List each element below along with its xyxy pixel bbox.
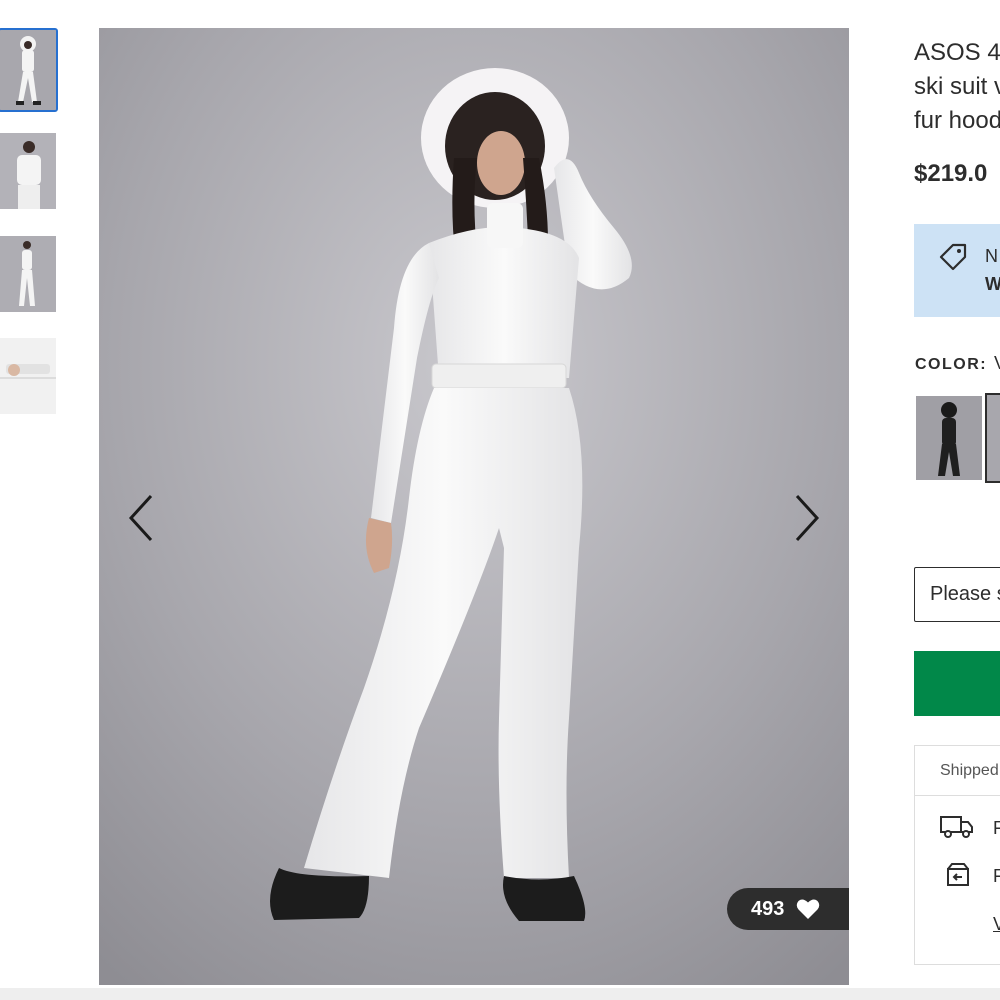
return-box-icon <box>947 863 969 886</box>
title-line-1: ASOS 4 <box>914 39 1000 66</box>
promo-line-1: N <box>985 246 998 266</box>
thumbnail-1[interactable] <box>0 28 58 112</box>
product-price: $219.0 <box>914 160 988 187</box>
color-value: V <box>994 353 1000 374</box>
promo-line-2: W <box>985 274 1000 294</box>
shipping-info-box: Shipped F F V <box>914 745 1000 965</box>
promo-banner[interactable]: N W <box>914 224 1000 317</box>
page-bottom-edge <box>0 988 1000 1000</box>
size-select[interactable]: Please s <box>914 567 1000 622</box>
shipping-divider <box>915 795 1000 796</box>
add-to-bag-button[interactable] <box>914 651 1000 716</box>
title-line-3: fur hood <box>914 107 1000 134</box>
thumbnail-2[interactable] <box>0 133 56 209</box>
shipping-line-1: F <box>993 818 1000 838</box>
title-line-2: ski suit v <box>914 73 1000 100</box>
heart-icon <box>797 899 820 919</box>
previous-image-button[interactable] <box>123 488 163 548</box>
main-product-image: 493 <box>99 28 849 985</box>
color-swatch-white-selected[interactable] <box>985 393 1000 483</box>
product-photo <box>99 28 849 985</box>
likes-count: 493 <box>751 897 785 920</box>
tag-icon <box>939 243 967 271</box>
save-count-button[interactable]: 493 <box>727 888 849 930</box>
next-image-button[interactable] <box>787 488 827 548</box>
size-select-placeholder: Please s <box>930 583 1000 605</box>
next-arrow-icon <box>795 494 820 542</box>
color-label: COLOR: <box>915 356 988 373</box>
color-swatch-black[interactable] <box>916 396 982 480</box>
prev-arrow-icon <box>128 494 153 542</box>
thumbnail-4[interactable] <box>0 338 56 414</box>
truck-icon <box>940 816 973 838</box>
shipping-header: Shipped <box>940 762 999 779</box>
shipping-line-2: F <box>993 866 1000 886</box>
thumbnail-3[interactable] <box>0 236 56 312</box>
product-title: ASOS 4 ski suit v fur hood <box>914 36 1000 138</box>
shipping-link[interactable]: V <box>993 914 1000 935</box>
